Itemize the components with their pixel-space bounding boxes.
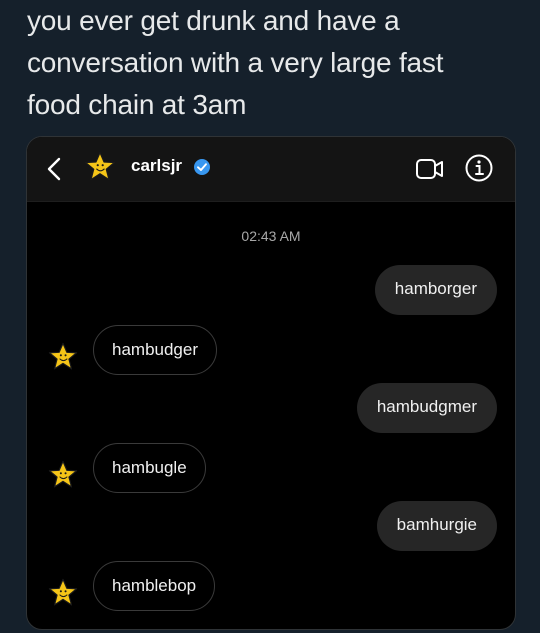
chat-header: carlsjr (27, 137, 515, 202)
info-icon[interactable] (464, 153, 494, 183)
verified-badge-icon (194, 159, 210, 175)
carlsjr-star-avatar (48, 460, 78, 488)
message-timestamp: 02:43 AM (241, 228, 301, 244)
sent-message-bubble[interactable]: bamhurgie (376, 501, 497, 551)
dm-screenshot: carlsjr 02:43 AM hamborger hambudger ham… (26, 136, 516, 630)
carlsjr-star-avatar (48, 342, 78, 370)
back-arrow-icon[interactable] (41, 153, 69, 185)
carlsjr-star-avatar (48, 578, 78, 606)
received-message-bubble[interactable]: hamblebop (93, 561, 216, 611)
chat-username[interactable]: carlsjr (131, 156, 182, 176)
avatar[interactable] (82, 149, 118, 185)
post-text: you ever get drunk and have a conversati… (27, 5, 444, 120)
received-message-bubble[interactable]: hambudger (93, 325, 218, 375)
video-call-icon[interactable] (415, 157, 445, 181)
sent-message-bubble[interactable]: hambudgmer (356, 383, 497, 433)
received-message-bubble[interactable]: hambugle (93, 443, 206, 493)
sent-message-bubble[interactable]: hamborger (374, 265, 497, 315)
